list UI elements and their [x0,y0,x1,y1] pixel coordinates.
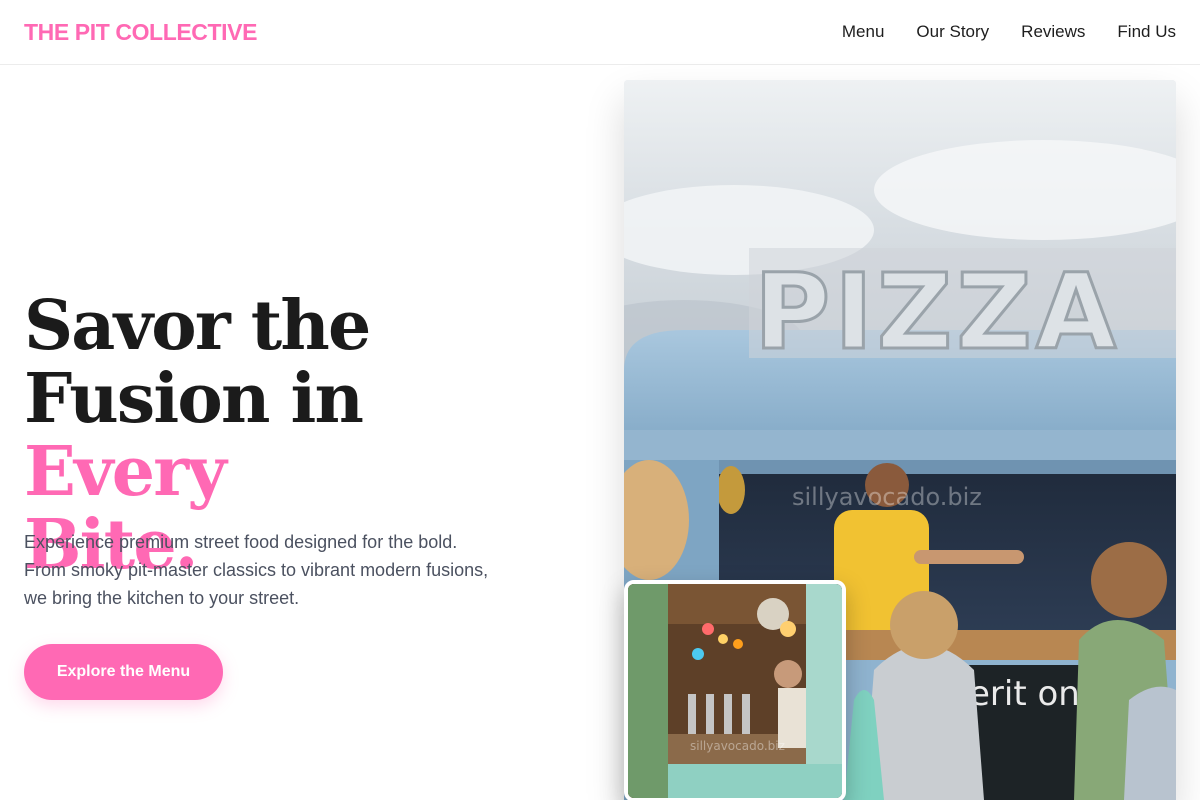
nav-link-find-us[interactable]: Find Us [1117,20,1176,44]
headline-line-1: Savor the [24,286,371,366]
hero-description-line-2: From smoky pit-master classics to vibran… [24,560,489,580]
headline-accent-every: Every [24,432,227,512]
nav-link-reviews[interactable]: Reviews [1021,20,1085,44]
hero-description: Experience premium street food designed … [24,528,544,612]
hero-description-line-1: Experience premium street food designed … [24,532,458,552]
kitchen-illustration: sillyavocado.biz [628,584,842,798]
nav-link-our-story[interactable]: Our Story [916,20,989,44]
nav-link-menu[interactable]: Menu [842,20,885,44]
hero-description-line-3: we bring the kitchen to your street. [24,588,300,608]
explore-menu-button[interactable]: Explore the Menu [24,644,223,700]
pizza-sign: PIZZA [754,251,1120,373]
main-nav: Menu Our Story Reviews Find Us [842,20,1176,44]
site-header: THE PIT COLLECTIVE Menu Our Story Review… [0,0,1200,65]
kitchen-inset-photo: sillyavocado.biz [624,580,846,800]
headline-line-2: Fusion in [24,359,364,439]
photo-watermark: sillyavocado.biz [792,483,982,511]
brand-logo[interactable]: THE PIT COLLECTIVE [24,17,257,47]
inset-watermark: sillyavocado.biz [690,739,785,753]
